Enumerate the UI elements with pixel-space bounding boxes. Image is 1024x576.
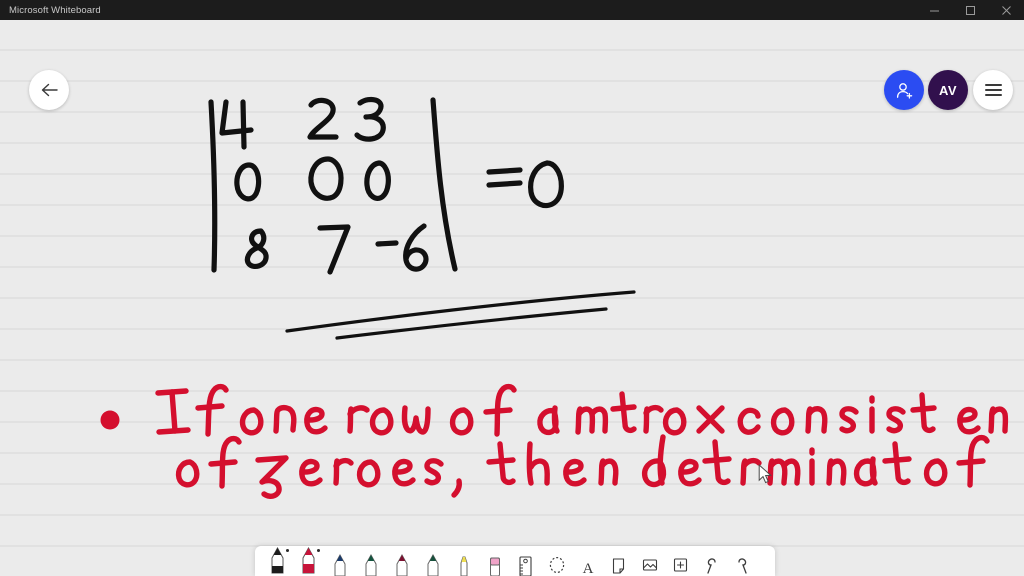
tool-pen-red[interactable] — [293, 546, 324, 576]
hamburger-icon — [984, 81, 1002, 99]
handwriting-strokes — [100, 96, 1009, 499]
whiteboard-app: Microsoft Whiteboard AV A — [0, 0, 1024, 576]
tool-insert-more[interactable] — [665, 546, 696, 576]
pen-icon — [396, 554, 407, 576]
matrix-right-bar — [430, 97, 458, 272]
pen-icon — [365, 554, 376, 576]
menu-button[interactable] — [973, 70, 1013, 110]
matrix-left-bar — [208, 99, 218, 273]
text-icon: A — [582, 561, 593, 576]
equals-zero — [486, 160, 564, 209]
plus-box-icon — [673, 558, 688, 572]
pen-icon — [302, 547, 315, 574]
tool-pen-green[interactable] — [355, 546, 386, 576]
tool-lasso-select[interactable] — [541, 546, 572, 576]
pen-icon — [334, 554, 345, 576]
undo-icon — [707, 558, 716, 574]
tool-text[interactable]: A — [572, 546, 603, 576]
tool-undo[interactable] — [696, 546, 727, 576]
whiteboard-canvas[interactable]: AV — [0, 20, 1024, 576]
pen-selected-dot — [316, 549, 320, 553]
add-person-icon — [896, 82, 912, 99]
matrix-row-2 — [234, 156, 391, 202]
minimize-button[interactable] — [916, 0, 952, 20]
eraser-icon — [489, 557, 500, 576]
matrix-ink-black — [208, 96, 564, 275]
window-titlebar: Microsoft Whiteboard — [0, 0, 1024, 20]
window-title: Microsoft Whiteboard — [9, 4, 101, 16]
mouse-cursor — [758, 464, 772, 484]
tool-pen-black[interactable] — [262, 546, 293, 576]
matrix-underline-strokes — [285, 290, 636, 340]
image-icon — [642, 559, 657, 571]
matrix-row-3 — [244, 223, 429, 275]
pen-selected-dot — [285, 549, 289, 553]
note-bullet — [100, 410, 120, 430]
note-icon — [612, 558, 625, 574]
tool-highlighter[interactable] — [448, 546, 479, 576]
note-line-2-ink — [175, 434, 990, 499]
ruler-icon — [519, 556, 532, 576]
back-arrow-icon — [41, 83, 58, 97]
window-controls — [916, 0, 1024, 20]
close-button[interactable] — [988, 0, 1024, 20]
redo-icon — [738, 558, 747, 574]
matrix-row-1 — [219, 96, 386, 150]
highlighter-icon — [460, 556, 467, 576]
tool-redo[interactable] — [727, 546, 758, 576]
avatar[interactable]: AV — [928, 70, 968, 110]
share-button[interactable] — [884, 70, 924, 110]
tool-pen-maroon[interactable] — [386, 546, 417, 576]
svg-text:A: A — [582, 561, 593, 576]
maximize-button[interactable] — [952, 0, 988, 20]
tool-ruler[interactable] — [510, 546, 541, 576]
lasso-icon — [549, 556, 564, 574]
tool-sticky-note[interactable] — [603, 546, 634, 576]
tool-eraser[interactable] — [479, 546, 510, 576]
drawing-toolbar[interactable]: A — [255, 546, 775, 576]
tool-insert-image[interactable] — [634, 546, 665, 576]
tool-pen-teal[interactable] — [417, 546, 448, 576]
tool-pen-blue[interactable] — [324, 546, 355, 576]
back-button[interactable] — [29, 70, 69, 110]
pen-icon — [427, 554, 438, 576]
note-line-1-ink — [155, 383, 1009, 437]
pen-icon — [271, 547, 284, 574]
ink-layer — [0, 20, 1024, 576]
